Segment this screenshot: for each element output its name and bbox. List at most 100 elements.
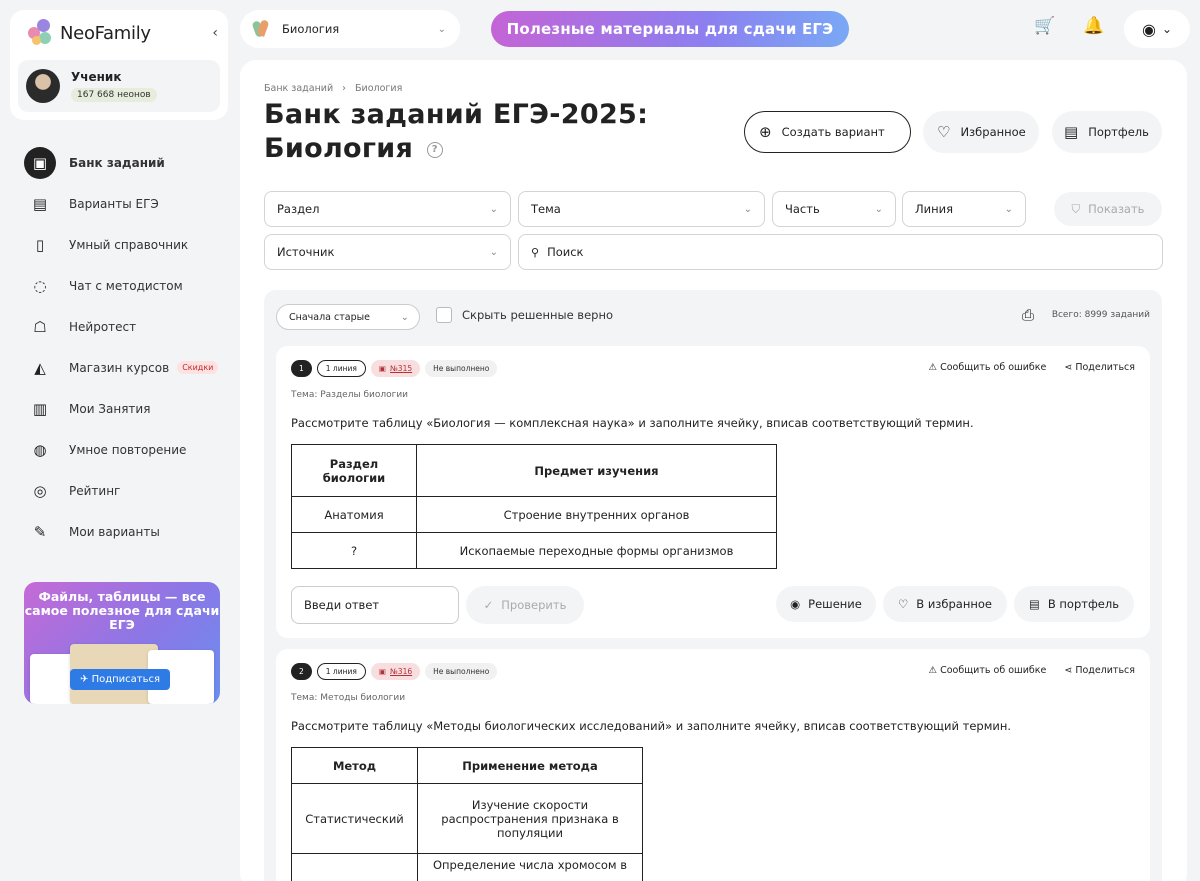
task-line-chip: 1 линия [316, 663, 366, 680]
briefcase-icon: ▤ [1064, 123, 1079, 141]
avatar [26, 69, 60, 103]
add-to-portfolio-button[interactable]: ▤ В портфель [1014, 586, 1134, 622]
total-count: Всего: 8999 заданий [1051, 310, 1150, 320]
create-variant-button[interactable]: ⊕ Создать вариант [744, 111, 911, 153]
chevron-down-icon: ⌄ [489, 246, 498, 258]
user-profile[interactable]: Ученик 167 668 неонов [18, 60, 220, 112]
search-field[interactable]: ⚲ Поиск [518, 234, 1163, 270]
favorites-button[interactable]: ♡ Избранное [923, 111, 1039, 153]
answer-input[interactable] [291, 586, 459, 624]
brain-icon: ◍ [33, 440, 47, 459]
bell-icon[interactable]: 🔔 [1083, 16, 1104, 36]
report-error-button[interactable]: ⚠ Сообщить об ошибке [929, 665, 1047, 676]
archive-box-icon: ▣ [378, 364, 386, 373]
sidebar-item-my-lessons[interactable]: ▥ Мои Занятия [10, 388, 228, 429]
sidebar-item-methodist-chat[interactable]: ◌ Чат с методистом [10, 265, 228, 306]
table-row: ? Определение числа хромосом в [291, 853, 643, 881]
chevron-down-icon: ⌄ [437, 23, 446, 35]
task-list: Сначала старые ⌄ Скрыть решенные верно ⎙ … [264, 290, 1162, 881]
sidebar-item-smart-reference[interactable]: ▯ Умный справочник [10, 224, 228, 265]
task-number: 2 [291, 663, 312, 680]
promo-card[interactable]: Файлы, таблицы — все самое полезное для … [24, 582, 220, 704]
report-error-button[interactable]: ⚠ Сообщить об ошибке [929, 362, 1047, 373]
line-filter[interactable]: Линия ⌄ [902, 191, 1026, 227]
solution-button[interactable]: ◉ Решение [776, 586, 876, 622]
task-id-chip[interactable]: ▣ №315 [370, 360, 421, 377]
chevron-down-icon: ⌄ [489, 203, 498, 215]
breadcrumb-item[interactable]: Биология [355, 83, 402, 94]
table-header: Раздел биологии [291, 444, 417, 497]
eye-icon: ◉ [790, 597, 801, 611]
task-actions: ⚠ Сообщить об ошибке ⋖ Поделиться [929, 362, 1135, 373]
user-circle-icon: ◉ [1141, 19, 1156, 39]
discount-badge: Скидки [177, 361, 219, 374]
briefcase-icon: ▤ [1028, 597, 1040, 611]
book-icon: ▯ [35, 235, 45, 254]
source-filter[interactable]: Источник ⌄ [264, 234, 511, 270]
top-bar: Биология ⌄ Полезные материалы для сдачи … [240, 10, 1190, 48]
sidebar-item-rating[interactable]: ◎ Рейтинг [10, 470, 228, 511]
robot-icon: ☖ [33, 317, 47, 336]
profile-menu-button[interactable]: ◉ ⌄ [1124, 10, 1190, 48]
section-filter[interactable]: Раздел ⌄ [264, 191, 511, 227]
sidebar-item-smart-review[interactable]: ◍ Умное повторение [10, 429, 228, 470]
show-button[interactable]: ⛉ Показать [1054, 192, 1162, 226]
page-title-line2: Биология [264, 133, 414, 164]
table-header: Применение метода [417, 747, 643, 784]
brand-header: NeoFamily ‹ [10, 10, 228, 56]
task-number: 1 [291, 360, 312, 377]
sidebar-item-my-variants[interactable]: ✎ Мои варианты [10, 511, 228, 552]
subscribe-button[interactable]: ✈ Подписаться [70, 669, 171, 690]
subject-select[interactable]: Биология ⌄ [240, 10, 460, 48]
task-actions: ⚠ Сообщить об ошибке ⋖ Поделиться [929, 665, 1135, 676]
topic-filter[interactable]: Тема ⌄ [518, 191, 765, 227]
part-filter[interactable]: Часть ⌄ [772, 191, 896, 227]
sidebar-item-neurotest[interactable]: ☖ Нейротест [10, 306, 228, 347]
cart-icon[interactable]: 🛒 [1034, 16, 1055, 36]
heart-icon: ♡ [897, 597, 909, 611]
table-header: Предмет изучения [416, 444, 777, 497]
useful-materials-banner[interactable]: Полезные материалы для сдачи ЕГЭ [491, 11, 849, 47]
task-meta: 2 1 линия ▣ №316 Не выполнено [291, 663, 498, 680]
promo-title: Файлы, таблицы — все самое полезное для … [24, 589, 220, 632]
sidebar-item-course-shop[interactable]: ◭ Магазин курсов Скидки [10, 347, 228, 388]
neofamily-logo-icon[interactable] [26, 19, 54, 47]
search-input[interactable]: Поиск [547, 245, 583, 259]
task-id-chip[interactable]: ▣ №316 [370, 663, 421, 680]
sidebar-item-label: Магазин курсов [69, 360, 170, 375]
task-text: Рассмотрите таблицу «Методы биологически… [291, 719, 1012, 733]
task-line-chip: 1 линия [316, 360, 366, 377]
hide-solved-checkbox[interactable] [436, 307, 452, 323]
sidebar-item-label: Умный справочник [69, 237, 189, 252]
archive-box-icon: ▣ [378, 667, 386, 676]
sidebar-item-task-bank[interactable]: ▣ Банк заданий [10, 142, 228, 183]
sidebar-item-label: Рейтинг [69, 483, 121, 498]
printer-icon[interactable]: ⎙ [1022, 306, 1034, 324]
portfolio-button[interactable]: ▤ Портфель [1052, 111, 1162, 153]
breadcrumb-item[interactable]: Банк заданий [264, 83, 333, 94]
table-row: Статистический Изучение скорости распрос… [291, 783, 643, 854]
sidebar-nav: ▣ Банк заданий ▤ Варианты ЕГЭ ▯ Умный сп… [10, 142, 228, 552]
table-header: Метод [291, 747, 418, 784]
check-button[interactable]: ✓ Проверить [466, 586, 584, 624]
collapse-sidebar-icon[interactable]: ‹ [212, 25, 218, 41]
share-button[interactable]: ⋖ Поделиться [1064, 362, 1135, 373]
filter-funnel-icon: ⛉ [1071, 201, 1081, 216]
task-table: Метод Применение метода Статистический И… [291, 747, 643, 881]
heart-icon: ♡ [937, 123, 951, 141]
help-icon[interactable]: ? [426, 141, 443, 158]
warning-icon: ⚠ [928, 362, 938, 373]
graduation-cap-icon: ◭ [34, 358, 46, 377]
chevron-down-icon: ⌄ [874, 203, 883, 215]
share-button[interactable]: ⋖ Поделиться [1064, 665, 1135, 676]
share-icon: ⋖ [1064, 665, 1073, 676]
search-icon: ⚲ [531, 245, 540, 259]
subject-select-value: Биология [282, 22, 340, 36]
sort-select[interactable]: Сначала старые ⌄ [276, 304, 420, 330]
add-to-favorites-button[interactable]: ♡ В избранное [883, 586, 1007, 622]
sidebar-item-label: Банк заданий [69, 155, 165, 170]
sidebar-item-label: Чат с методистом [69, 278, 183, 293]
hide-solved-toggle[interactable]: Скрыть решенные верно [436, 307, 613, 323]
sidebar-item-exam-variants[interactable]: ▤ Варианты ЕГЭ [10, 183, 228, 224]
task-card: 1 1 линия ▣ №315 Не выполнено ⚠ Сообщить … [276, 346, 1150, 638]
